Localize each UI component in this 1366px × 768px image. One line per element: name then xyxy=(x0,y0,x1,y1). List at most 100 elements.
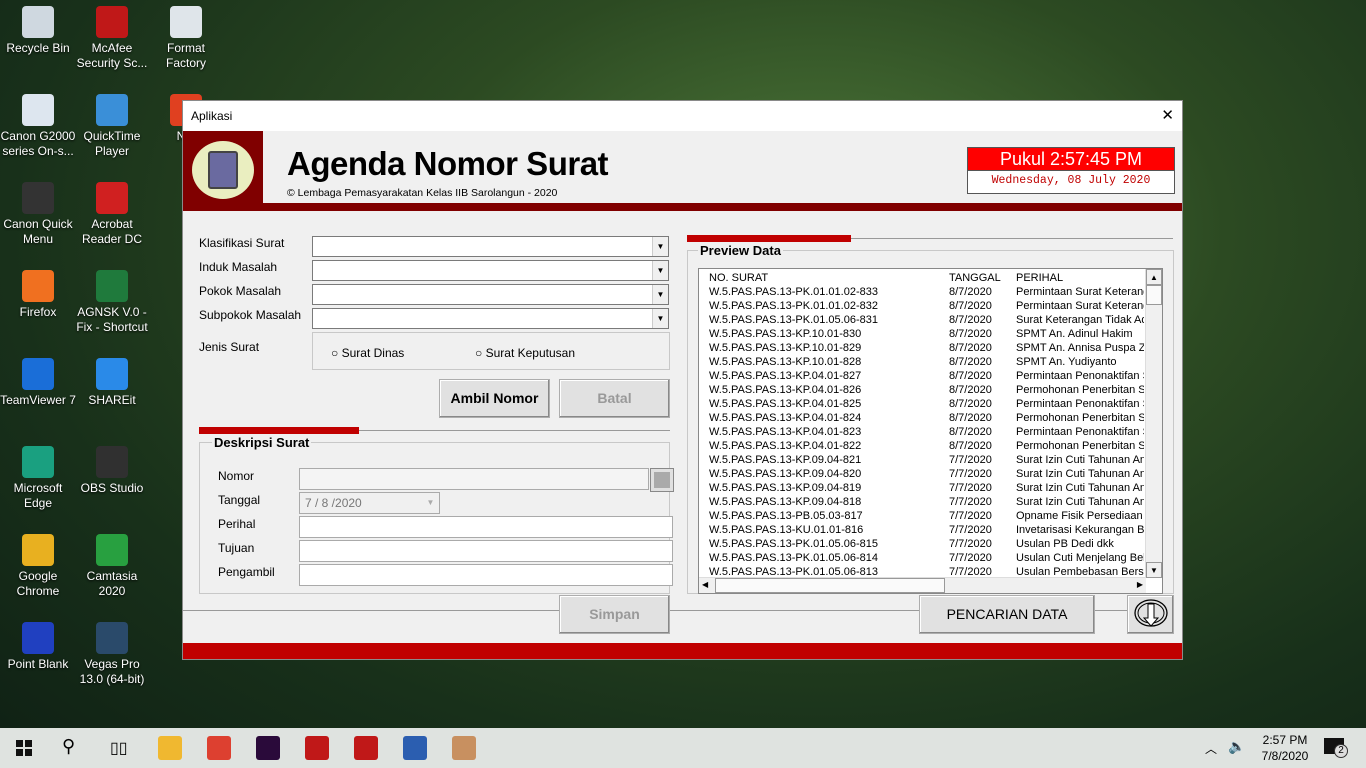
nomor-input[interactable] xyxy=(299,468,649,490)
notification-icon[interactable]: 2 xyxy=(1324,738,1348,758)
pokok-select[interactable]: ▼ xyxy=(312,284,669,305)
cell: W.5.PAS.PAS.13-KP.04.01-824 xyxy=(709,412,862,424)
list-item[interactable]: W.5.PAS.PAS.13-KP.04.01-825 8/7/2020 Permi… xyxy=(699,397,1162,411)
desktop-icon[interactable]: Vegas Pro 13.0 (64-bit) xyxy=(74,622,150,687)
list-item[interactable]: W.5.PAS.PAS.13-KP.04.01-824 8/7/2020 Permo… xyxy=(699,411,1162,425)
desktop-icon[interactable]: Canon Quick Menu xyxy=(0,182,76,247)
desktop-icon[interactable]: TeamViewer 7 xyxy=(0,358,76,408)
batal-button[interactable]: Batal xyxy=(559,379,670,418)
app-icon xyxy=(96,446,128,478)
preview-listbox[interactable]: NO. SURAT TANGGAL PERIHAL W.5.PAS.PAS.13-PK… xyxy=(698,268,1163,594)
nomor-button[interactable] xyxy=(650,468,674,492)
desktop-icon[interactable]: Microsoft Edge xyxy=(0,446,76,511)
list-item[interactable]: W.5.PAS.PAS.13-KP.10.01-830 8/7/2020 SPMT … xyxy=(699,327,1162,341)
cell: Permintaan Penonaktifan S xyxy=(1016,398,1144,410)
desktop-icon[interactable]: Firefox xyxy=(0,270,76,320)
chrome-icon[interactable] xyxy=(207,736,231,760)
desktop-icon[interactable]: Camtasia 2020 xyxy=(74,534,150,599)
desktop-icon[interactable]: SHAREit xyxy=(74,358,150,408)
divider xyxy=(851,238,1173,239)
system-clock[interactable]: 2:57 PM 7/8/2020 xyxy=(1255,732,1315,764)
desktop-icon-label: TeamViewer 7 xyxy=(0,393,76,407)
word-icon[interactable] xyxy=(403,736,427,760)
tujuan-input[interactable] xyxy=(299,540,673,562)
induk-select[interactable]: ▼ xyxy=(312,260,669,281)
app-icon xyxy=(22,622,54,654)
list-item[interactable]: W.5.PAS.PAS.13-PK.01.01.02-832 8/7/2020 Pe… xyxy=(699,299,1162,313)
tanggal-datepicker[interactable]: 7 / 8 /2020 ▼ xyxy=(299,492,440,514)
ambil-nomor-button[interactable]: Ambil Nomor xyxy=(439,379,550,418)
desktop-icon[interactable]: Format Factory xyxy=(148,6,224,71)
list-item[interactable]: W.5.PAS.PAS.13-KP.09.04-819 7/7/2020 Surat… xyxy=(699,481,1162,495)
app-icon xyxy=(22,270,54,302)
pencarian-data-button[interactable]: PENCARIAN DATA xyxy=(919,595,1095,634)
cell: Permohonan Penerbitan SK xyxy=(1016,440,1144,452)
list-item[interactable]: W.5.PAS.PAS.13-KP.09.04-821 7/7/2020 Surat… xyxy=(699,453,1162,467)
scroll-thumb[interactable] xyxy=(715,578,945,593)
list-item[interactable]: W.5.PAS.PAS.13-KP.04.01-826 8/7/2020 Permo… xyxy=(699,383,1162,397)
desktop-icon[interactable]: Acrobat Reader DC xyxy=(74,182,150,247)
close-button[interactable]: ✕ xyxy=(1161,106,1174,124)
list-item[interactable]: W.5.PAS.PAS.13-PK.01.01.02-833 8/7/2020 Pe… xyxy=(699,285,1162,299)
app-icon xyxy=(96,94,128,126)
klasifikasi-select[interactable]: ▼ xyxy=(312,236,669,257)
list-item[interactable]: W.5.PAS.PAS.13-KP.04.01-822 8/7/2020 Permo… xyxy=(699,439,1162,453)
list-item[interactable]: W.5.PAS.PAS.13-KP.09.04-818 7/7/2020 Surat… xyxy=(699,495,1162,509)
list-item[interactable]: W.5.PAS.PAS.13-PK.01.05.06-831 8/7/2020 Su… xyxy=(699,313,1162,327)
list-item[interactable]: W.5.PAS.PAS.13-KP.10.01-828 8/7/2020 SPMT … xyxy=(699,355,1162,369)
logo-block xyxy=(183,131,263,203)
file-explorer-icon[interactable] xyxy=(158,736,182,760)
task-view-icon[interactable]: ▯▯ xyxy=(110,738,128,758)
desktop-icon[interactable]: Recycle Bin xyxy=(0,6,76,56)
column-header[interactable]: NO. SURAT xyxy=(709,271,768,285)
list-item[interactable]: W.5.PAS.PAS.13-KP.09.04-820 7/7/2020 Surat… xyxy=(699,467,1162,481)
windows-start-icon[interactable] xyxy=(16,740,32,756)
list-item[interactable]: W.5.PAS.PAS.13-PK.01.05.06-814 7/7/2020 Us… xyxy=(699,551,1162,565)
horizontal-scrollbar[interactable]: ◀ ▶ xyxy=(699,577,1146,593)
list-item[interactable]: W.5.PAS.PAS.13-PK.01.05.06-815 7/7/2020 Us… xyxy=(699,537,1162,551)
volume-icon[interactable]: 🔈 xyxy=(1228,738,1245,755)
subpokok-select[interactable]: ▼ xyxy=(312,308,669,329)
cell: 8/7/2020 xyxy=(949,300,992,312)
list-item[interactable]: W.5.PAS.PAS.13-KP.04.01-823 8/7/2020 Permi… xyxy=(699,425,1162,439)
desktop-icon[interactable]: Google Chrome xyxy=(0,534,76,599)
pengambil-input[interactable] xyxy=(299,564,673,586)
scroll-down-icon[interactable]: ▼ xyxy=(1146,562,1162,578)
clock-panel: Pukul 2:57:45 PM Wednesday, 08 July 2020 xyxy=(967,147,1175,194)
simpan-button[interactable]: Simpan xyxy=(559,595,670,634)
column-header[interactable]: PERIHAL xyxy=(1016,271,1144,285)
cell: 8/7/2020 xyxy=(949,314,992,326)
perihal-input[interactable] xyxy=(299,516,673,538)
column-header[interactable]: TANGGAL xyxy=(949,271,1001,285)
list-item[interactable]: W.5.PAS.PAS.13-KU.01.01-816 7/7/2020 Invet… xyxy=(699,523,1162,537)
app-window: Aplikasi ✕ Agenda Nomor Surat © Lembaga … xyxy=(182,100,1183,660)
search-icon[interactable]: ⚲ xyxy=(62,736,75,757)
label-subpokok: Subpokok Masalah xyxy=(199,308,302,322)
mcafee-icon[interactable] xyxy=(354,736,378,760)
radio-surat-keputusan[interactable]: ○ Surat Keputusan xyxy=(475,346,575,360)
list-item[interactable]: W.5.PAS.PAS.13-KP.10.01-829 8/7/2020 SPMT … xyxy=(699,341,1162,355)
radio-surat-dinas[interactable]: ○ Surat Dinas xyxy=(331,346,404,360)
scroll-thumb[interactable] xyxy=(1146,285,1162,305)
desktop-icon[interactable]: QuickTime Player xyxy=(74,94,150,159)
desktop-icon[interactable]: McAfee Security Sc... xyxy=(74,6,150,71)
vertical-scrollbar[interactable]: ▲ ▼ xyxy=(1145,269,1162,578)
desktop-icon[interactable]: OBS Studio xyxy=(74,446,150,496)
label-klasifikasi: Klasifikasi Surat xyxy=(199,236,285,250)
exit-button[interactable] xyxy=(1127,595,1174,634)
premiere-icon[interactable] xyxy=(256,736,280,760)
paint-icon[interactable] xyxy=(452,736,476,760)
label-perihal: Perihal xyxy=(218,517,256,531)
list-item[interactable]: W.5.PAS.PAS.13-KP.04.01-827 8/7/2020 Permi… xyxy=(699,369,1162,383)
scroll-right-icon[interactable]: ▶ xyxy=(1137,580,1143,589)
desktop-icon[interactable]: Canon G2000 series On-s... xyxy=(0,94,76,159)
scroll-left-icon[interactable]: ◀ xyxy=(702,580,708,589)
deskripsi-accent xyxy=(199,427,359,434)
acrobat-icon[interactable] xyxy=(305,736,329,760)
list-item[interactable]: W.5.PAS.PAS.13-PB.05.03-817 7/7/2020 Opnam… xyxy=(699,509,1162,523)
chevron-up-icon[interactable]: ︿ xyxy=(1205,740,1217,757)
cell: 7/7/2020 xyxy=(949,510,992,522)
desktop-icon[interactable]: Point Blank xyxy=(0,622,76,672)
desktop-icon[interactable]: AGNSK V.0 - Fix - Shortcut xyxy=(74,270,150,335)
scroll-up-icon[interactable]: ▲ xyxy=(1146,269,1162,285)
